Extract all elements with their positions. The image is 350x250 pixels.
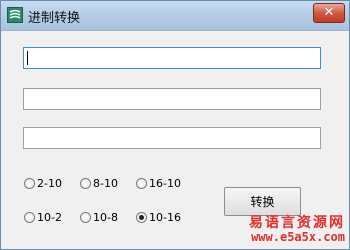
radio-label: 16-10 — [149, 177, 181, 190]
watermark-url: www.e5a5x.com — [251, 230, 345, 245]
input-field-1[interactable] — [23, 47, 321, 69]
convert-button[interactable]: 转换 — [224, 187, 301, 216]
radio-16-10[interactable]: 16-10 — [136, 177, 181, 190]
radio-circle[interactable] — [80, 178, 91, 189]
window-title: 进制转换 — [28, 11, 81, 26]
radio-2-10[interactable]: 2-10 — [24, 177, 62, 190]
radio-label: 10-8 — [93, 211, 118, 224]
radio-circle[interactable] — [80, 212, 91, 223]
radio-10-2[interactable]: 10-2 — [24, 211, 62, 224]
radio-8-10[interactable]: 8-10 — [80, 177, 118, 190]
title-bar[interactable]: 进制转换 ✕ — [1, 1, 349, 31]
close-icon: ✕ — [323, 5, 335, 20]
close-button[interactable]: ✕ — [313, 3, 345, 23]
text-caret — [27, 51, 28, 65]
radio-circle[interactable] — [136, 178, 147, 189]
radio-label: 10-16 — [149, 211, 181, 224]
radio-label: 10-2 — [37, 211, 62, 224]
radio-label: 2-10 — [37, 177, 62, 190]
radio-circle[interactable] — [136, 212, 147, 223]
radio-10-8[interactable]: 10-8 — [80, 211, 118, 224]
app-icon — [7, 7, 23, 23]
radio-circle[interactable] — [24, 212, 35, 223]
input-field-2[interactable] — [23, 88, 321, 110]
watermark-name: 易语言资源网 — [249, 215, 345, 232]
radio-10-16[interactable]: 10-16 — [136, 211, 181, 224]
watermark: 易语言资源网 www.e5a5x.com — [249, 215, 345, 245]
app-window: 进制转换 ✕ 2-10 8-10 16-10 10-2 10-8 10-16 转… — [0, 0, 350, 250]
form-area: 2-10 8-10 16-10 10-2 10-8 10-16 转换 易语言资源… — [1, 31, 349, 249]
radio-circle[interactable] — [24, 178, 35, 189]
radio-label: 8-10 — [93, 177, 118, 190]
input-field-3[interactable] — [23, 127, 321, 149]
